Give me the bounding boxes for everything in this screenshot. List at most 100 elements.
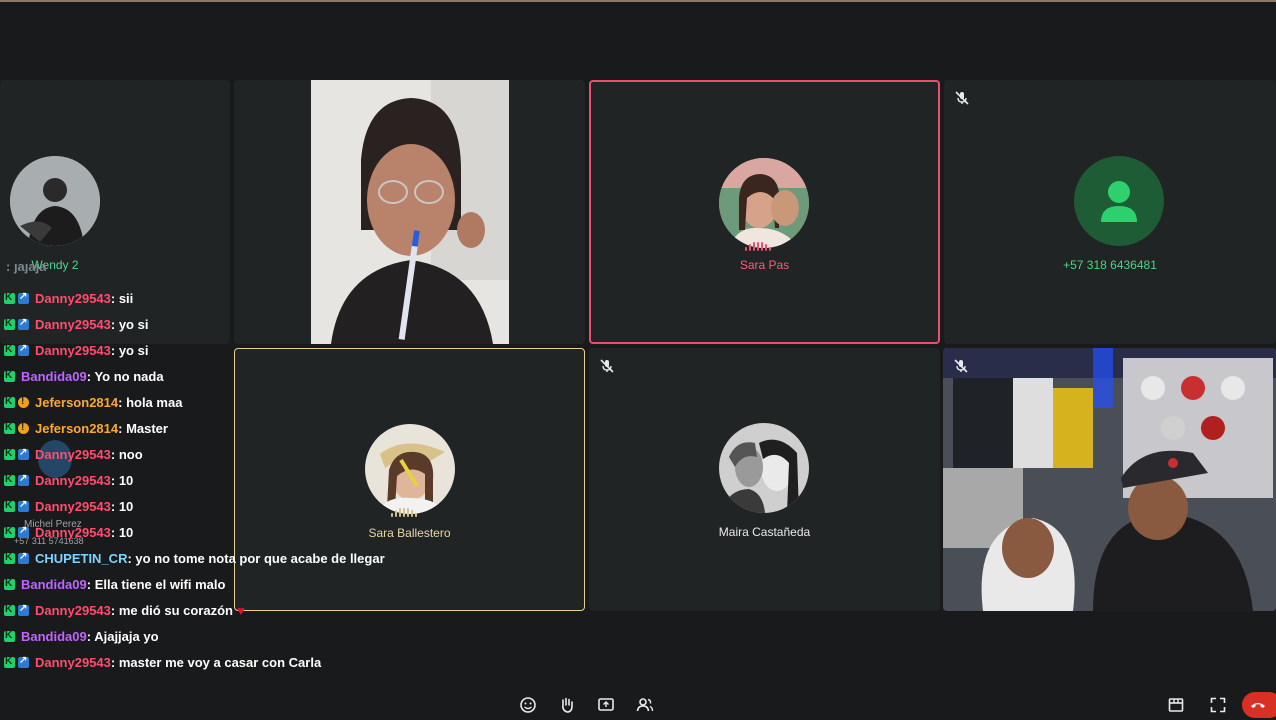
kick-badge-icon: [4, 344, 15, 356]
chat-text: : yo no tome nota por que acabe de llega…: [127, 550, 385, 566]
chat-message: Bandida09: Ella tiene el wifi malo: [4, 573, 225, 595]
chat-message: Danny29543: master me voy a casar con Ca…: [4, 651, 321, 673]
chat-message: Bandida09: Yo no nada: [4, 365, 164, 387]
subscriber-badge-icon: [18, 603, 29, 616]
window-top-edge: [0, 0, 1276, 2]
kick-badge-icon: [4, 292, 15, 304]
chat-text: : Master: [118, 420, 168, 436]
person-icon: [1101, 181, 1137, 222]
chat-text: : Yo no nada: [86, 368, 164, 384]
tile-maira[interactable]: Maira Castañeda: [589, 348, 940, 611]
chat-text: : hola maa: [118, 394, 183, 410]
chat-text: : 10: [110, 498, 134, 514]
kick-badge-icon: [4, 422, 15, 434]
hang-up-button[interactable]: [1242, 692, 1276, 718]
chat-overlay: : jajaja Danny29543: siiDanny29543: yo s…: [0, 262, 480, 682]
present-screen-icon[interactable]: [597, 696, 615, 714]
avatar-sara-pas: [719, 158, 809, 248]
subscriber-badge-icon: [18, 343, 29, 356]
kick-badge-icon: [4, 318, 15, 330]
chat-username[interactable]: Jeferson2814: [35, 395, 118, 410]
chat-username[interactable]: Danny29543: [35, 317, 111, 332]
chat-text: : sii: [110, 290, 134, 306]
warning-badge-icon: [18, 422, 29, 434]
chat-message: Danny29543: yo si: [4, 339, 148, 361]
subscriber-badge-icon: [18, 473, 29, 486]
subscriber-badge-icon: [18, 317, 29, 330]
chat-username[interactable]: Danny29543: [35, 447, 111, 462]
chat-username[interactable]: Danny29543: [35, 603, 111, 618]
raise-hand-icon[interactable]: [558, 696, 576, 714]
people-icon[interactable]: [636, 696, 654, 714]
chat-message: Danny29543: yo si: [4, 313, 148, 335]
chat-message: Jeferson2814: Master: [4, 417, 168, 439]
fullscreen-icon[interactable]: [1209, 696, 1227, 714]
participant-name-maira: Maira Castañeda: [718, 525, 811, 539]
chat-username[interactable]: CHUPETIN_CR: [35, 551, 127, 566]
kick-badge-icon: [4, 474, 15, 486]
chat-message: Jeferson2814: hola maa: [4, 391, 182, 413]
chat-text: : Ella tiene el wifi malo: [86, 576, 226, 592]
kick-badge-icon: [4, 448, 15, 460]
chat-text: : yo si: [110, 316, 149, 332]
chat-text: : me dió su corazón: [110, 602, 233, 618]
chat-message: Danny29543: me dió su corazón♥: [4, 599, 245, 621]
mic-off-icon: [953, 358, 969, 374]
subscriber-badge-icon: [18, 525, 29, 538]
chat-username[interactable]: Danny29543: [35, 499, 111, 514]
chat-text: : master me voy a casar con Carla: [110, 654, 322, 670]
kick-badge-icon: [4, 578, 15, 590]
kick-badge-icon: [4, 604, 15, 616]
kick-badge-icon: [4, 552, 15, 564]
mic-off-icon: [954, 90, 970, 106]
chat-message: Danny29543: sii: [4, 287, 133, 309]
subscriber-badge-icon: [18, 447, 29, 460]
chat-username[interactable]: Bandida09: [21, 629, 87, 644]
kick-badge-icon: [4, 500, 15, 512]
subscriber-badge-icon: [18, 655, 29, 668]
chat-partial-line: : jajaja: [6, 264, 47, 274]
heart-emoji-icon: ♥: [236, 602, 245, 618]
emoji-icon[interactable]: [519, 696, 537, 714]
warning-badge-icon: [18, 396, 29, 408]
chat-username[interactable]: Bandida09: [21, 577, 87, 592]
chat-username[interactable]: Bandida09: [21, 369, 87, 384]
chat-username[interactable]: Danny29543: [35, 655, 111, 670]
participant-name-phone: +57 318 6436481: [1063, 258, 1157, 272]
kick-badge-icon: [4, 526, 15, 538]
chat-message: Danny29543: 10: [4, 495, 133, 517]
chat-text: : Ajajjaja yo: [86, 628, 159, 644]
kick-badge-icon: [4, 396, 15, 408]
layout-icon[interactable]: [1167, 696, 1185, 714]
kick-badge-icon: [4, 370, 15, 382]
subscriber-badge-icon: [18, 291, 29, 304]
tile-phone-participant[interactable]: +57 318 6436481: [944, 80, 1276, 344]
avatar-wendy: [10, 156, 100, 246]
speaking-indicator: [745, 242, 771, 251]
participant-name-sara-pas: Sara Pas: [739, 258, 790, 272]
chat-message: Danny29543: noo: [4, 443, 143, 465]
chat-message: Danny29543: 10: [4, 521, 133, 543]
tile-sara-pas[interactable]: Sara Pas: [589, 80, 940, 344]
kick-badge-icon: [4, 656, 15, 668]
hang-up-icon: [1251, 703, 1265, 708]
chat-username[interactable]: Danny29543: [35, 525, 111, 540]
avatar-maira: [719, 423, 809, 513]
kick-badge-icon: [4, 630, 15, 642]
chat-text: : yo si: [110, 342, 149, 358]
subscriber-badge-icon: [18, 499, 29, 512]
chat-username[interactable]: Danny29543: [35, 291, 111, 306]
mic-off-icon: [599, 358, 615, 374]
chat-message: Danny29543: 10: [4, 469, 133, 491]
chat-text: : 10: [110, 472, 134, 488]
chat-username[interactable]: Danny29543: [35, 473, 111, 488]
chat-username[interactable]: Jeferson2814: [35, 421, 118, 436]
chat-message: Bandida09: Ajajjaja yo: [4, 625, 159, 647]
chat-message: CHUPETIN_CR: yo no tome nota por que aca…: [4, 547, 385, 569]
subscriber-badge-icon: [18, 551, 29, 564]
avatar-phone: [1074, 156, 1164, 246]
chat-text: : noo: [110, 446, 143, 462]
chat-username[interactable]: Danny29543: [35, 343, 111, 358]
chat-text: : 10: [110, 524, 134, 540]
tile-video-store[interactable]: [943, 348, 1276, 611]
